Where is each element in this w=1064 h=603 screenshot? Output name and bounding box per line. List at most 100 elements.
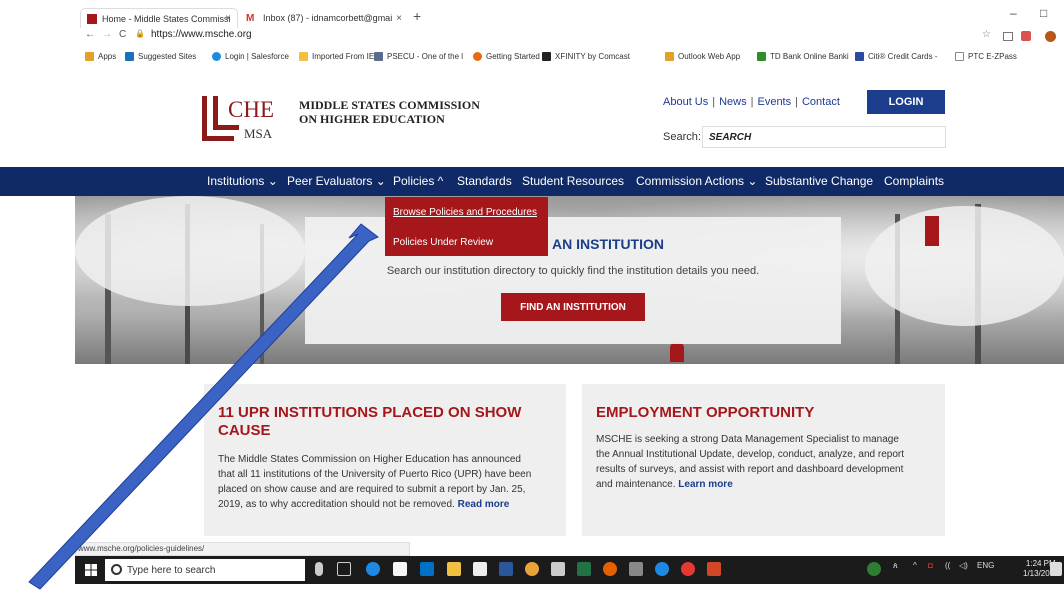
- word-icon[interactable]: [499, 562, 513, 576]
- bookmark-salesforce[interactable]: Login | Salesforce: [212, 52, 289, 61]
- bookmark-label: TD Bank Online Banki: [770, 52, 849, 61]
- nav-policies[interactable]: Policies ^: [393, 174, 443, 188]
- chevron-up-icon[interactable]: ^: [913, 561, 917, 570]
- internet-explorer-icon[interactable]: [655, 562, 669, 576]
- nav-institutions[interactable]: Institutions ⌄: [207, 174, 278, 188]
- card-title[interactable]: 11 UPR INSTITUTIONS PLACED ON SHOW CAUSE: [218, 404, 521, 440]
- snowy-tree: [75, 196, 305, 306]
- taskbar-search-box[interactable]: Type here to search: [105, 559, 305, 581]
- login-button[interactable]: LOGIN: [867, 90, 945, 114]
- app-icon[interactable]: [629, 562, 643, 576]
- cortana-icon: [111, 564, 122, 575]
- nav-commission-actions[interactable]: Commission Actions ⌄: [636, 174, 757, 188]
- nav-complaints[interactable]: Complaints: [884, 174, 944, 188]
- card-title-line: CAUSE: [218, 422, 271, 439]
- windows-start-icon[interactable]: [85, 564, 97, 576]
- minimize-button[interactable]: –: [1010, 6, 1017, 20]
- nav-student-resources[interactable]: Student Resources: [522, 174, 624, 188]
- red-banner: [925, 216, 939, 246]
- store-icon[interactable]: [393, 562, 407, 576]
- contact-link[interactable]: Contact: [802, 96, 840, 108]
- forward-icon[interactable]: →: [102, 29, 112, 40]
- people-icon[interactable]: ጰ: [893, 561, 898, 571]
- card-body-line: the Annual Institutional Update, develop…: [596, 449, 904, 460]
- nav-standards[interactable]: Standards: [457, 174, 512, 188]
- card-body: The Middle States Commission on Higher E…: [218, 452, 531, 512]
- bookmark-td-bank[interactable]: TD Bank Online Banki: [757, 52, 849, 61]
- outlook-icon: [665, 52, 674, 61]
- file-explorer-icon[interactable]: [447, 562, 461, 576]
- volume-icon[interactable]: ◁): [959, 561, 968, 570]
- read-more-link[interactable]: Read more: [458, 499, 510, 510]
- nav-substantive-change[interactable]: Substantive Change: [765, 174, 873, 188]
- back-icon[interactable]: ←: [85, 29, 95, 40]
- firefox-icon: [473, 52, 482, 61]
- menu-item-policies-under-review[interactable]: Policies Under Review: [393, 237, 493, 248]
- tab-gmail-inbox[interactable]: M Inbox (87) - idnamcorbett@gmai ×: [240, 8, 408, 28]
- card-body-line: MSCHE is seeking a strong Data Managemen…: [596, 434, 899, 445]
- url-field[interactable]: https://www.msche.org: [151, 29, 252, 40]
- card-title[interactable]: EMPLOYMENT OPPORTUNITY: [596, 404, 814, 422]
- bookmark-citi[interactable]: Citi® Credit Cards -: [855, 52, 937, 61]
- close-tab-icon[interactable]: ×: [225, 13, 231, 24]
- card-body-line: results of surveys, and assist with repo…: [596, 464, 904, 475]
- about-us-link[interactable]: About Us: [663, 96, 708, 108]
- reload-icon[interactable]: C: [119, 29, 126, 40]
- bing-icon: [125, 52, 134, 61]
- bookmark-apps[interactable]: Apps: [85, 52, 116, 61]
- nav-peer-evaluators[interactable]: Peer Evaluators ⌄: [287, 174, 386, 188]
- chrome-icon[interactable]: [525, 562, 539, 576]
- folder-icon: [299, 52, 308, 61]
- card-body-line: placed on show cause and are required to…: [218, 484, 526, 495]
- separator: |: [795, 96, 798, 108]
- msche-favicon-icon: [87, 13, 97, 24]
- reader-icon[interactable]: [1003, 32, 1013, 41]
- bookmark-outlook[interactable]: Outlook Web App: [665, 52, 740, 61]
- address-bar-row: ← → C 🔒 https://www.msche.org ☆: [75, 28, 1064, 46]
- maximize-button[interactable]: □: [1040, 6, 1047, 20]
- task-view-icon[interactable]: [337, 562, 351, 576]
- news-link[interactable]: News: [719, 96, 747, 108]
- powerpoint-icon[interactable]: [707, 562, 721, 576]
- profile-icon[interactable]: [1045, 31, 1056, 42]
- edge-icon[interactable]: [366, 562, 380, 576]
- language-indicator[interactable]: ENG: [977, 561, 994, 570]
- msche-logo[interactable]: CHE MSA: [202, 96, 282, 142]
- app-icon[interactable]: [681, 562, 695, 576]
- page-icon: [955, 52, 964, 61]
- tray-app-icon[interactable]: [867, 562, 881, 576]
- star-icon[interactable]: ☆: [982, 29, 991, 40]
- close-tab-icon[interactable]: ×: [396, 13, 402, 24]
- find-institution-button[interactable]: FIND AN INSTITUTION: [501, 293, 645, 321]
- bookmark-getting-started[interactable]: Getting Started: [473, 52, 540, 61]
- tab-msche-home[interactable]: Home - Middle States Commissi ×: [80, 8, 238, 28]
- learn-more-link[interactable]: Learn more: [678, 479, 732, 490]
- home-icon[interactable]: [473, 562, 487, 576]
- site-search-input[interactable]: [702, 126, 946, 148]
- organization-name: MIDDLE STATES COMMISSION ON HIGHER EDUCA…: [299, 98, 480, 126]
- menu-item-browse-policies[interactable]: Browse Policies and Procedures: [393, 207, 537, 218]
- bookmark-imported-from-ie[interactable]: Imported From IE: [299, 52, 374, 61]
- network-icon[interactable]: ((: [945, 561, 950, 570]
- bookmark-label: XFINITY by Comcast: [555, 52, 630, 61]
- outlook-icon[interactable]: [420, 562, 434, 576]
- events-link[interactable]: Events: [757, 96, 791, 108]
- extension-icon[interactable]: [1021, 31, 1031, 41]
- bookmark-ezpass[interactable]: PTC E-ZPass: [955, 52, 1017, 61]
- microphone-icon[interactable]: [315, 562, 323, 576]
- td-bank-icon: [757, 52, 766, 61]
- firefox-icon[interactable]: [603, 562, 617, 576]
- bookmark-psecu[interactable]: PSECU - One of the l: [374, 52, 463, 61]
- apps-grid-icon: [85, 52, 94, 61]
- security-icon[interactable]: ◘: [928, 561, 933, 570]
- notifications-icon[interactable]: [1050, 562, 1062, 576]
- bookmark-xfinity[interactable]: XFINITY by Comcast: [542, 52, 630, 61]
- new-tab-button[interactable]: +: [413, 8, 421, 24]
- excel-icon[interactable]: [577, 562, 591, 576]
- bookmark-label: Login | Salesforce: [225, 52, 289, 61]
- person-red-coat: [670, 342, 684, 362]
- bookmark-suggested-sites[interactable]: Suggested Sites: [125, 52, 196, 61]
- hero-banner: AN INSTITUTION Search our institution di…: [75, 196, 1064, 364]
- hero-description: Search our institution directory to quic…: [386, 265, 760, 277]
- calculator-icon[interactable]: [551, 562, 565, 576]
